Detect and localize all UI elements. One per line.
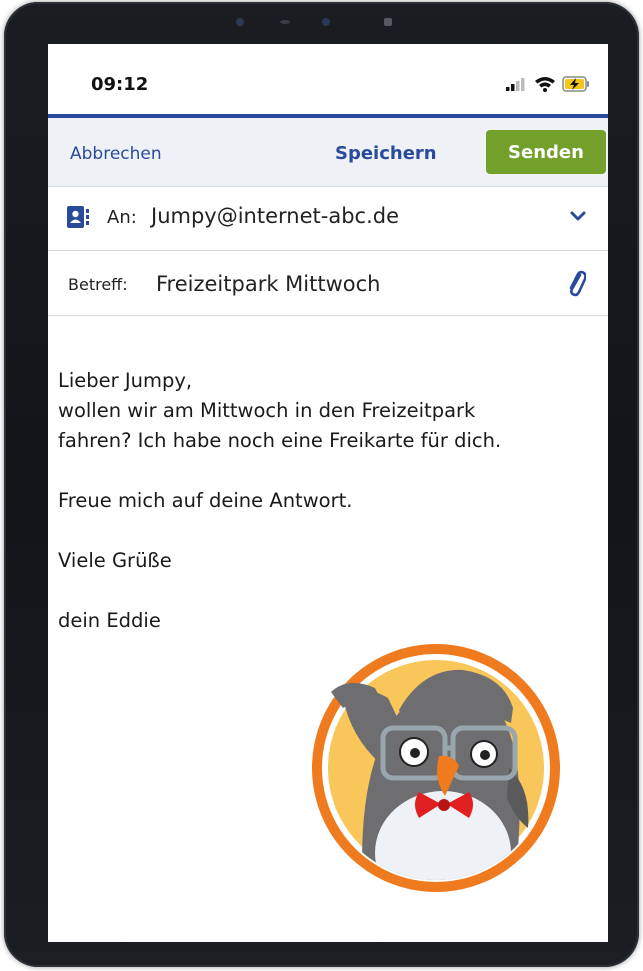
signal-icon — [506, 78, 525, 91]
status-bar: 09:12 — [48, 44, 608, 114]
body-line: fahren? Ich habe noch eine Freikarte für… — [58, 429, 502, 452]
battery-charging-icon — [562, 76, 589, 92]
status-icons — [506, 74, 590, 94]
sensor-dot — [280, 20, 290, 24]
message-body[interactable]: Lieber Jumpy, wollen wir am Mittwoch in … — [58, 366, 603, 636]
save-button[interactable]: Speichern — [335, 143, 437, 164]
paperclip-icon[interactable] — [566, 269, 586, 297]
recipient-label: An: — [107, 207, 137, 228]
subject-label: Betreff: — [68, 275, 128, 294]
recipient-field[interactable]: Jumpy@internet-abc.de — [151, 204, 399, 228]
body-line: Freue mich auf deine Antwort. — [58, 489, 353, 512]
recipient-row[interactable]: An: Jumpy@internet-abc.de — [48, 187, 608, 251]
camera-row — [4, 14, 639, 30]
body-line: wollen wir am Mittwoch in den Freizeitpa… — [58, 399, 476, 422]
subject-row[interactable]: Betreff: Freizeitpark Mittwoch — [48, 251, 608, 316]
camera-dot — [322, 18, 330, 26]
mail-compose-screen: 09:12 Abbrechen Speichern Senden An: Jum… — [48, 44, 608, 942]
chevron-down-icon[interactable] — [570, 211, 586, 223]
body-closing: Viele Grüße — [58, 549, 172, 572]
penguin-mascot-avatar — [312, 644, 560, 892]
body-greeting: Lieber Jumpy, — [58, 369, 193, 392]
cancel-button[interactable]: Abbrechen — [70, 144, 162, 164]
sensor-dot — [384, 18, 392, 26]
contact-book-icon[interactable] — [66, 205, 90, 229]
sensor-dot — [236, 18, 244, 26]
status-time: 09:12 — [91, 74, 149, 95]
send-button[interactable]: Senden — [486, 130, 606, 174]
subject-field[interactable]: Freizeitpark Mittwoch — [156, 272, 380, 296]
wifi-icon — [535, 77, 555, 92]
compose-toolbar: Abbrechen Speichern Senden — [48, 118, 608, 187]
